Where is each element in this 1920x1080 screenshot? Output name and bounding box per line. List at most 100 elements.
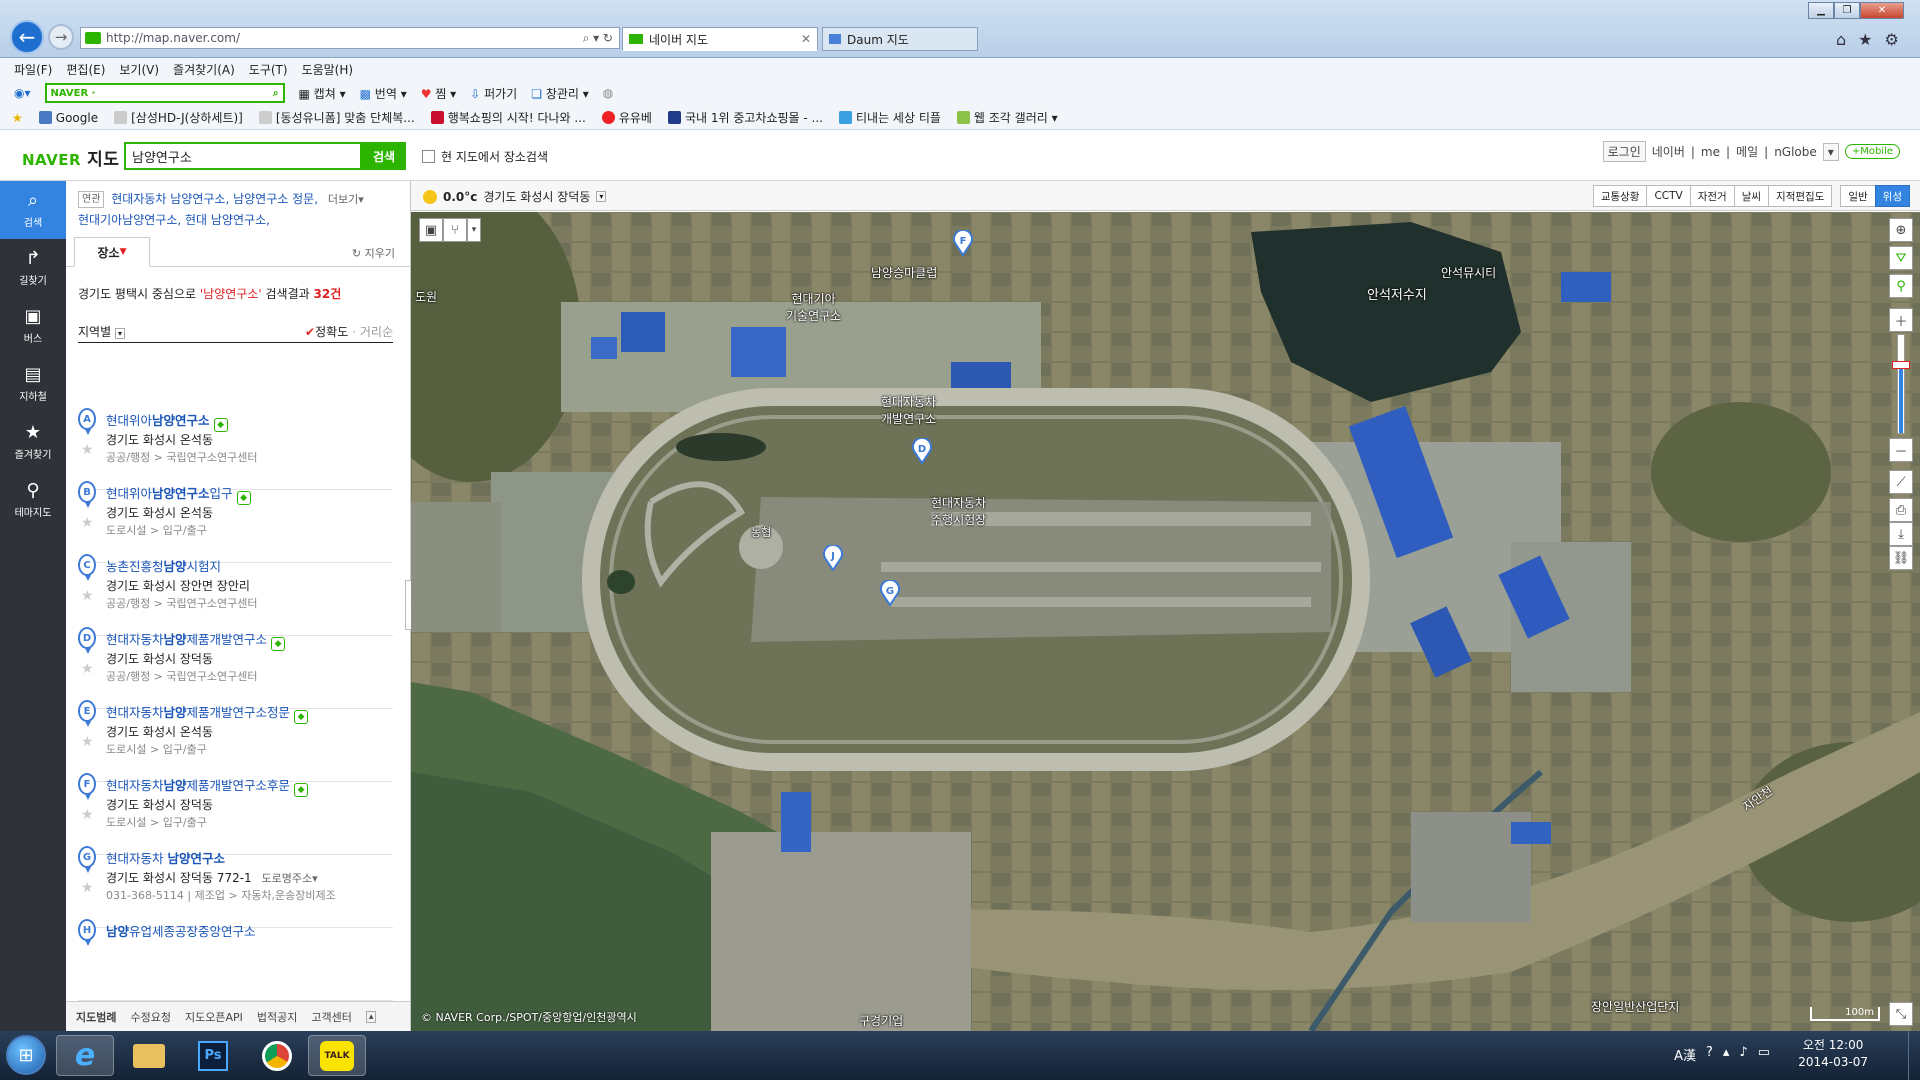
current-map-checkbox[interactable] (422, 150, 435, 163)
settings-gear-icon[interactable]: ⚙ (1885, 30, 1899, 49)
dropdown-icon[interactable]: ▾ (596, 191, 607, 202)
favorite-star-icon[interactable]: ★ (81, 515, 94, 531)
bus-layer-button[interactable]: ▣ (419, 218, 443, 242)
panorama-pin-button[interactable]: ⚲ (1889, 274, 1913, 298)
layer-cadastral[interactable]: 지적편집도 (1768, 185, 1833, 207)
result-marker-icon[interactable]: A (78, 408, 96, 435)
translate-button[interactable]: ▩ 번역 ▾ (360, 85, 407, 102)
taskbar-photoshop[interactable]: Ps (184, 1035, 242, 1076)
taskbar-clock[interactable]: 오전 12:00 2014-03-07 (1798, 1037, 1868, 1071)
nglobe-link[interactable]: nGlobe (1774, 145, 1817, 159)
map-marker-f[interactable]: F (952, 228, 974, 257)
map-label-kia-center[interactable]: 현대기아 기술연구소 (786, 290, 841, 324)
map-label-namyang-club[interactable]: 남양승마클럽 (871, 264, 937, 281)
print-button[interactable]: ⎙ (1889, 498, 1913, 522)
share-link-button[interactable]: ⛓ (1889, 546, 1913, 570)
result-title[interactable]: 현대위아남양연구소입구 ◆ (106, 483, 251, 505)
map-marker-d[interactable]: D (911, 436, 933, 465)
result-title[interactable]: 현대자동차남양제품개발연구소 ◆ (106, 629, 286, 651)
sort-distance[interactable]: · 거리순 (352, 323, 393, 340)
zoom-slider-handle[interactable] (1892, 361, 1910, 369)
footer-legend[interactable]: 지도범례 (76, 1009, 116, 1025)
favorites-star-icon[interactable]: ★ (1858, 30, 1872, 49)
close-window-button[interactable]: ✕ (1860, 2, 1904, 19)
related-link[interactable]: 남양연구소 정문, (233, 192, 318, 206)
addon-icon[interactable]: ◍ (603, 86, 613, 100)
weather-widget[interactable]: 0.0°c 경기도 화성시 장덕동 ▾ (423, 188, 607, 205)
menu-file[interactable]: 파일(F) (14, 61, 52, 78)
fav-webslice[interactable]: 웹 조각 갤러리 ▾ (956, 109, 1058, 126)
map-label-nonghyup[interactable]: 농협 (751, 524, 771, 540)
start-button[interactable]: ⊞ (6, 1035, 46, 1075)
pick-button[interactable]: ♥ 찜 ▾ (421, 85, 456, 102)
me-link[interactable]: me (1701, 145, 1720, 159)
result-title[interactable]: 남양유업세종공장중앙연구소 (106, 921, 256, 940)
naver-logo[interactable]: NAVER 지도 (22, 145, 119, 170)
result-title[interactable]: 현대자동차 남양연구소 (106, 848, 225, 867)
map-label-test-track[interactable]: 현대자동차 주행시험장 (931, 494, 986, 528)
tab-daum-map[interactable]: Daum 지도 (822, 27, 978, 51)
favorite-star-icon[interactable]: ★ (81, 880, 94, 896)
tab-place[interactable]: 장소 ▼ (74, 237, 150, 267)
menu-view[interactable]: 보기(V) (119, 61, 159, 78)
related-link[interactable]: 현대자동차 남양연구소, (111, 192, 229, 206)
current-map-search-option[interactable]: 현 지도에서 장소검색 (422, 148, 548, 165)
result-marker-icon[interactable]: B (78, 481, 96, 508)
reset-button[interactable]: ↻ 지우기 (352, 245, 395, 261)
network-icon[interactable]: ▭ (1758, 1045, 1770, 1064)
measure-button[interactable]: ⟋ (1889, 470, 1913, 494)
close-tab-icon[interactable]: ✕ (801, 32, 811, 46)
fav-tiple[interactable]: 티내는 세상 티플 (838, 109, 941, 126)
search-input[interactable]: 남양연구소 (124, 142, 362, 170)
fav-usedcar[interactable]: 국내 1위 중고차쇼핑몰 - ... (667, 109, 823, 126)
taskbar-kakaotalk[interactable]: TALK (308, 1035, 366, 1076)
ime-icon[interactable]: A漢 (1674, 1045, 1696, 1064)
map-label-company[interactable]: 구경기업 (859, 1012, 903, 1029)
road-address-toggle[interactable]: 도로명주소▾ (262, 872, 318, 885)
result-title[interactable]: 현대위아남양연구소 ◆ (106, 410, 228, 432)
map-label-corner[interactable]: 도원 (415, 288, 437, 305)
ie-toolbar-icon[interactable]: ◉▾ (14, 86, 31, 100)
favorite-star-icon[interactable]: ★ (81, 588, 94, 604)
menu-favorites[interactable]: 즐겨찾기(A) (173, 61, 235, 78)
back-button[interactable]: ← (10, 20, 44, 54)
result-title[interactable]: 농촌진흥청남양시험지 (106, 556, 221, 575)
layer-traffic[interactable]: 교통상황 (1592, 185, 1648, 207)
result-marker-icon[interactable]: C (78, 554, 96, 581)
result-item[interactable]: H 남양유업세종공장중앙연구소 (78, 913, 393, 1001)
result-marker-icon[interactable]: D (78, 627, 96, 654)
window-manager-button[interactable]: ❏ 창관리 ▾ (531, 85, 589, 102)
menu-edit[interactable]: 편집(E) (66, 61, 105, 78)
layer-bicycle[interactable]: 자전거 (1689, 185, 1735, 207)
favorite-star-icon[interactable]: ★ (81, 734, 94, 750)
result-marker-icon[interactable]: F (78, 773, 96, 800)
favorite-star-icon[interactable]: ★ (81, 807, 94, 823)
nav-subway[interactable]: ▤ 지하철 (0, 355, 66, 413)
result-marker-icon[interactable]: G (78, 846, 96, 873)
result-title[interactable]: 현대자동차남양제품개발연구소후문 ◆ (106, 775, 309, 797)
footer-expand-button[interactable]: ▴ (365, 1010, 377, 1023)
show-desktop-button[interactable] (1908, 1031, 1920, 1080)
minimap-toggle-button[interactable]: ⤡ (1889, 1002, 1913, 1026)
more-button[interactable]: 더보기▾ (328, 193, 364, 206)
nav-search[interactable]: ⌕ 검색 (0, 181, 66, 239)
spread-button[interactable]: ⇩ 퍼가기 (470, 85, 517, 102)
map-marker-g[interactable]: G (879, 578, 901, 607)
tab-naver-map[interactable]: 네이버 지도 ✕ (622, 27, 818, 51)
map-label-anseok[interactable]: 안석뮤시티 (1441, 264, 1496, 281)
fav-uniform[interactable]: [동성유니폼] 맞춤 단체복... (258, 109, 415, 126)
taskbar-ie[interactable]: e (56, 1035, 114, 1076)
mail-link[interactable]: 메일 (1736, 143, 1758, 160)
home-icon[interactable]: ⌂ (1836, 30, 1846, 49)
login-button[interactable]: 로그인 (1602, 141, 1646, 162)
footer-legal[interactable]: 법적공지 (257, 1009, 297, 1025)
satellite-map[interactable]: 현대자동차 주행시험장 현대자동차 개발연구소 현대기아 기술연구소 남양승마클럽 안… (411, 212, 1920, 1031)
menu-help[interactable]: 도움말(H) (302, 61, 354, 78)
footer-report[interactable]: 수정요청 (130, 1009, 170, 1025)
menu-tools[interactable]: 도구(T) (249, 61, 288, 78)
related-link[interactable]: 현대 남양연구소, (185, 213, 270, 227)
restaurant-layer-button[interactable]: ⑂ (443, 218, 467, 242)
map-label-industrial[interactable]: 장안일반산업단지 (1591, 998, 1679, 1015)
street-view-button[interactable]: ⛛ (1889, 246, 1913, 270)
speaker-icon[interactable]: ♪ (1739, 1045, 1747, 1064)
